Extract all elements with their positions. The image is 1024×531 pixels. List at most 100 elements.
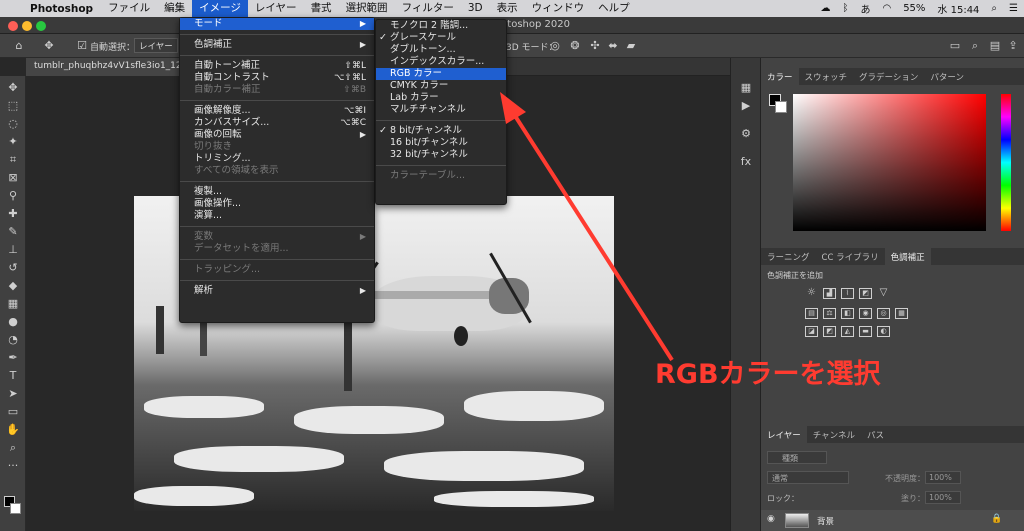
zoom-tool-icon[interactable]: ⌕ <box>4 440 22 456</box>
blend-mode-select[interactable]: 通常 <box>767 471 849 484</box>
image_menu-item[interactable]: トリミング... <box>180 153 374 165</box>
background-color-swatch[interactable] <box>10 503 21 514</box>
home-icon[interactable]: ⌂ <box>12 39 26 53</box>
vibrance-adjust-icon[interactable]: ▽ <box>877 288 890 299</box>
healing-brush-icon[interactable]: ✚ <box>4 206 22 222</box>
posterize-icon[interactable]: ◩ <box>823 326 836 337</box>
image_menu-item[interactable]: 自動トーン補正 ⇧⌘L <box>180 60 374 72</box>
eyedropper-icon[interactable]: ⚲ <box>4 188 22 204</box>
fill-field[interactable]: 100% <box>925 491 961 504</box>
control-center-icon[interactable]: ☰ <box>1003 3 1024 14</box>
image_menu-item[interactable]: 自動コントラスト ⌥⇧⌘L <box>180 72 374 84</box>
mode_menu-item[interactable]: CMYK カラー <box>376 80 506 92</box>
mode_menu-item[interactable]: Lab カラー <box>376 92 506 104</box>
tab-paths[interactable]: パス <box>861 426 890 443</box>
screen-mode-icon[interactable]: ▭ <box>948 39 962 53</box>
stamp-tool-icon[interactable]: ⊥ <box>4 242 22 258</box>
pen-tool-icon[interactable]: ✒ <box>4 350 22 366</box>
levels-adjust-icon[interactable]: ▟ <box>823 288 836 299</box>
eye-icon[interactable]: ◉ <box>767 514 775 524</box>
lasso-tool-icon[interactable]: ◌ <box>4 116 22 132</box>
auto-select-checkbox[interactable]: ☑ <box>75 39 89 53</box>
mode_menu-item[interactable]: ダブルトーン... <box>376 44 506 56</box>
crop-tool-icon[interactable]: ⌗ <box>4 152 22 168</box>
channel-mixer-icon[interactable]: ◎ <box>877 308 890 319</box>
hue-saturation-icon[interactable]: ▤ <box>805 308 818 319</box>
image_menu-item[interactable]: 画像解像度... ⌥⌘I <box>180 105 374 117</box>
mode_menu-item[interactable]: ✓ 8 bit/チャンネル <box>376 125 506 137</box>
menu-layer[interactable]: レイヤー <box>248 0 304 17</box>
image_menu-item[interactable]: 演算... <box>180 210 374 222</box>
exposure-adjust-icon[interactable]: ◩ <box>859 288 872 299</box>
mode_menu-item[interactable]: RGB カラー <box>376 68 506 80</box>
layer-filter-kind[interactable]: 種類 <box>767 451 827 464</box>
frame-tool-icon[interactable]: ⊠ <box>4 170 22 186</box>
black-white-icon[interactable]: ◧ <box>841 308 854 319</box>
hand-tool-icon[interactable]: ✋ <box>4 422 22 438</box>
move-tool-icon[interactable]: ✥ <box>4 80 22 96</box>
more-tools-icon[interactable]: ··· <box>4 458 22 474</box>
image_menu-item[interactable]: モード ▶ <box>180 18 374 30</box>
image_menu-item[interactable]: 複製... <box>180 186 374 198</box>
curves-adjust-icon[interactable]: ⌇ <box>841 288 854 299</box>
drag-3d-icon[interactable]: ✣ <box>588 39 602 53</box>
ime-indicator[interactable]: あ <box>854 1 876 16</box>
workspace-icon[interactable]: ▤ <box>988 39 1002 53</box>
photo-filter-icon[interactable]: ◉ <box>859 308 872 319</box>
type-tool-icon[interactable]: T <box>4 368 22 384</box>
path-select-icon[interactable]: ➤ <box>4 386 22 402</box>
scale-3d-icon[interactable]: ▰ <box>624 39 638 53</box>
opacity-field[interactable]: 100% <box>925 471 961 484</box>
eraser-tool-icon[interactable]: ◆ <box>4 278 22 294</box>
menu-image[interactable]: イメージ <box>192 0 248 17</box>
color-lookup-icon[interactable]: ▦ <box>895 308 908 319</box>
brush-tool-icon[interactable]: ✎ <box>4 224 22 240</box>
menu-help[interactable]: ヘルプ <box>591 0 637 17</box>
orbit-3d-icon[interactable]: ◎ <box>548 39 562 53</box>
history-brush-icon[interactable]: ↺ <box>4 260 22 276</box>
image_menu-item[interactable]: 色調補正 ▶ <box>180 39 374 51</box>
color-picker-field[interactable] <box>793 94 986 231</box>
menu-select[interactable]: 選択範囲 <box>339 0 395 17</box>
menu-view[interactable]: 表示 <box>490 0 525 17</box>
app-menu[interactable]: Photoshop <box>30 3 101 15</box>
slide-3d-icon[interactable]: ⬌ <box>606 39 620 53</box>
marquee-tool-icon[interactable]: ⬚ <box>4 98 22 114</box>
tab-cc-libraries[interactable]: CC ライブラリ <box>816 248 885 265</box>
selective-color-icon[interactable]: ◐ <box>877 326 890 337</box>
gradient-map-icon[interactable]: ▬ <box>859 326 872 337</box>
tab-color[interactable]: カラー <box>761 68 799 85</box>
creative-cloud-icon[interactable]: ☁ <box>814 3 836 14</box>
history-panel-icon[interactable]: ▦ <box>738 80 754 96</box>
background-color-swatch[interactable] <box>775 101 787 113</box>
image_menu-item[interactable]: 画像の回転 ▶ <box>180 129 374 141</box>
move-tool-icon[interactable]: ✥ <box>42 39 56 53</box>
menu-type[interactable]: 書式 <box>304 0 339 17</box>
search-icon[interactable]: ⌕ <box>985 3 1003 14</box>
menu-edit[interactable]: 編集 <box>157 0 192 17</box>
mode_menu-item[interactable]: 32 bit/チャンネル <box>376 149 506 161</box>
shape-tool-icon[interactable]: ▭ <box>4 404 22 420</box>
share-icon[interactable]: ⇪ <box>1006 39 1020 53</box>
menu-3d[interactable]: 3D <box>461 0 490 17</box>
tab-adjustments[interactable]: 色調補正 <box>884 248 931 265</box>
gradient-tool-icon[interactable]: ▦ <box>4 296 22 312</box>
hue-slider[interactable] <box>1001 94 1011 231</box>
menu-window[interactable]: ウィンドウ <box>525 0 592 17</box>
mode_menu-item[interactable]: マルチチャンネル <box>376 104 506 116</box>
search-icon[interactable]: ⌕ <box>968 39 982 53</box>
blur-tool-icon[interactable]: ● <box>4 314 22 330</box>
auto-select-target[interactable]: レイヤー <box>134 38 178 53</box>
properties-panel-icon[interactable]: ⚙ <box>738 126 754 142</box>
roll-3d-icon[interactable]: ❂ <box>568 39 582 53</box>
mode_menu-item[interactable]: モノクロ 2 階調... <box>376 20 506 32</box>
wifi-icon[interactable]: ◠ <box>876 3 897 14</box>
layer-row[interactable]: ◉ 背景 🔒 <box>761 510 1024 531</box>
bluetooth-icon[interactable]: ᛒ <box>836 3 854 14</box>
dodge-tool-icon[interactable]: ◔ <box>4 332 22 348</box>
tab-gradients[interactable]: グラデーション <box>853 68 924 85</box>
tab-channels[interactable]: チャンネル <box>807 426 861 443</box>
mode_menu-item[interactable]: 16 bit/チャンネル <box>376 137 506 149</box>
clock[interactable]: 水 15:44 <box>931 1 985 16</box>
mode_menu-item[interactable]: インデックスカラー... <box>376 56 506 68</box>
